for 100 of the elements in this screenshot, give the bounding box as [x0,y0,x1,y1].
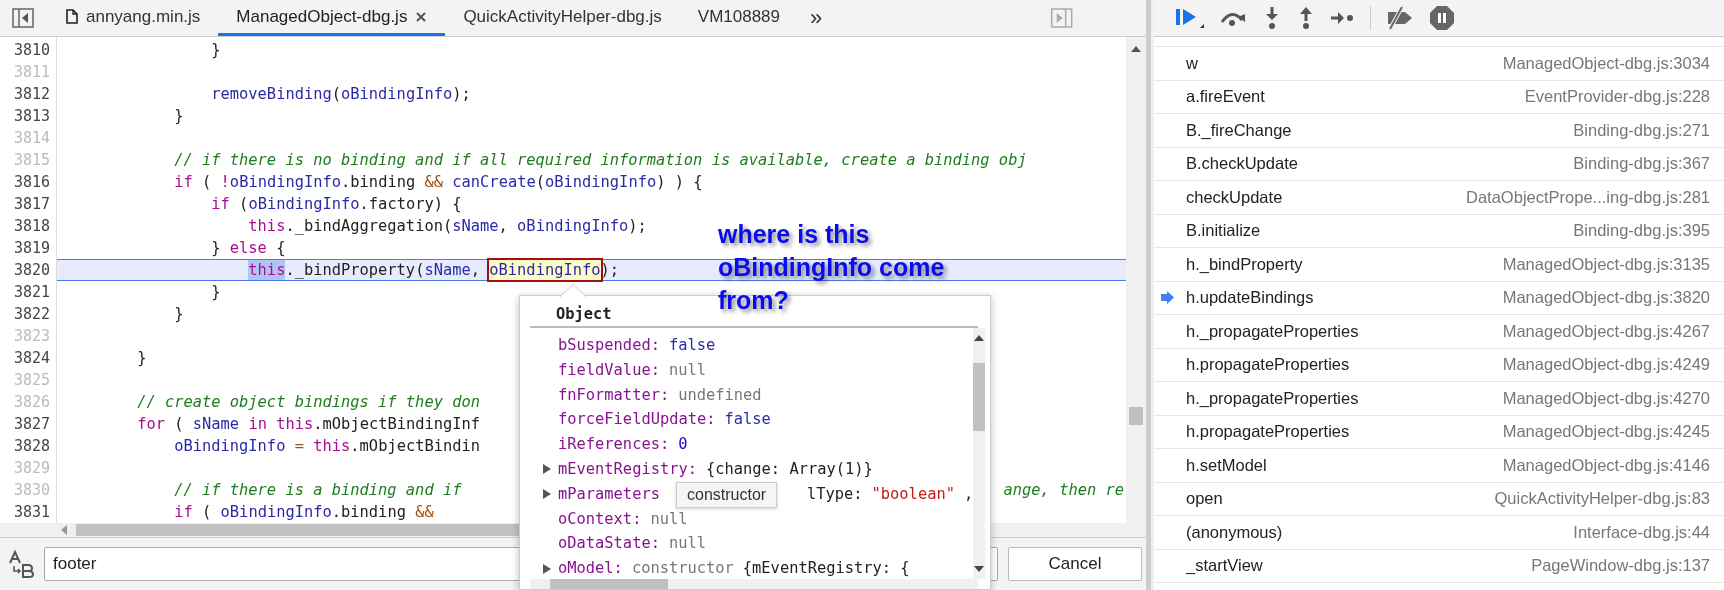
property-value: false [668,335,716,356]
code-token: ( [174,414,185,435]
line-number: 3820 [12,260,51,281]
line-number: 3819 [12,238,51,259]
property-value: "boolean" [871,483,955,505]
code-token: for [137,414,165,435]
code-token: = [294,436,304,457]
property-value: {change: Array(1)} [706,459,873,480]
property-value: undefined [678,384,762,406]
tab-label: VM108889 [697,6,781,27]
line-number: 3817 [12,194,51,215]
code-token: ) ) { [656,172,703,193]
line-number: 3824 [12,348,51,369]
code-token: ); [452,84,471,105]
code-token: && [415,502,434,523]
code-token: this [248,260,286,280]
code-token: oBindingInfo [248,194,360,215]
line-number: 3825 [12,370,51,391]
line-number: 3816 [12,172,51,193]
code-token: && [424,172,443,193]
property-name: mEventRegistry: [558,459,697,480]
property-value: null [650,508,688,530]
line-number: 3823 [12,326,51,347]
property-value: {mEventRegistry: { [742,558,910,580]
code-token: , [498,216,509,237]
code-token: } [137,348,147,369]
property-value: 0 [678,434,688,456]
code-token: ); [600,260,620,280]
code-token: ( [202,172,213,193]
property-value: lType: [806,483,863,505]
code-token: oBindingInfo [174,436,286,457]
code-token: ( [202,502,213,523]
code-token: // if there is no binding and if all required information is available, create a binding obj [174,150,1027,171]
code-token: this [276,414,314,435]
code-token: .mObjectBindin [350,436,481,457]
code-token: oBindingInfo [517,216,629,237]
line-number: 3826 [12,392,51,413]
line-number: 3830 [12,480,51,501]
tab-label: QuickActivityHelper-dbg.js [463,6,662,27]
line-number: 3822 [12,304,51,325]
line-number: 3811 [12,62,51,83]
code-token: removeBinding [211,84,332,105]
line-number: 3821 [12,282,51,303]
code-token: canCreate [452,172,536,193]
code-token: oBindingInfo [341,84,453,105]
tab-label: ManagedObject-dbg.js [236,6,408,27]
line-number: 3813 [12,106,51,127]
code-token: else [229,238,267,259]
code-token: ._bindProperty( [285,260,425,280]
code-token: // if there is a binding and if [174,480,462,501]
code-token: oBindingInfo [489,260,601,280]
tooltip: constructor [676,481,778,508]
code-token: ( [239,194,249,215]
code-token: .binding [341,172,417,193]
property-name: bSuspended: [558,335,660,356]
property-value: , [963,483,974,505]
code-token: } [174,304,184,325]
code-token: .binding [331,502,407,523]
annotation-text: where is this oBindingInfo come from? [718,219,946,316]
line-number: 3815 [12,150,51,171]
property-name: iReferences: [558,434,670,456]
code-token: oBindingInfo [220,502,332,523]
code-token: ._bindAggregation( [285,216,453,237]
code-token: // create object bindings if they don [137,392,480,413]
code-token: { [276,238,286,259]
code-token: oBindingInfo [545,172,657,193]
code-token: in [248,414,267,435]
property-value: false [724,409,771,431]
code-token: sName [424,260,471,280]
line-number: 3827 [12,414,51,435]
code-token: ! [220,172,230,193]
code-token: ); [628,216,647,237]
code-token: if [211,194,230,215]
code-token: ( [535,172,545,193]
line-number: 3818 [12,216,51,237]
code-token: , [470,260,482,280]
code-token: } [211,282,221,303]
tab-label: annyang.min.js [86,6,201,27]
code-token: ( [331,84,341,105]
property-name: mParameters [558,483,660,505]
code-token: sName [192,414,240,435]
code-token: this [248,216,286,237]
property-value: null [668,359,706,381]
line-number: 3828 [12,436,51,457]
code-token: if [174,502,193,523]
code-token: } [211,238,222,259]
property-name: oContext: [558,508,642,530]
code-token: oBindingInfo [229,172,342,193]
property-name: fnFormatter: [558,384,670,406]
code-token: sName [452,216,499,237]
code-token: if [174,172,193,193]
property-name: oModel: [558,558,623,580]
line-number: 3829 [12,458,51,479]
code-token: } [211,40,221,61]
line-number: 3810 [12,40,51,61]
line-number: 3814 [12,128,51,149]
code-token: } [174,106,184,127]
code-token: .factory) { [359,194,462,215]
line-number: 3812 [12,84,51,105]
code-token: .mObjectBindingInf [313,414,481,435]
